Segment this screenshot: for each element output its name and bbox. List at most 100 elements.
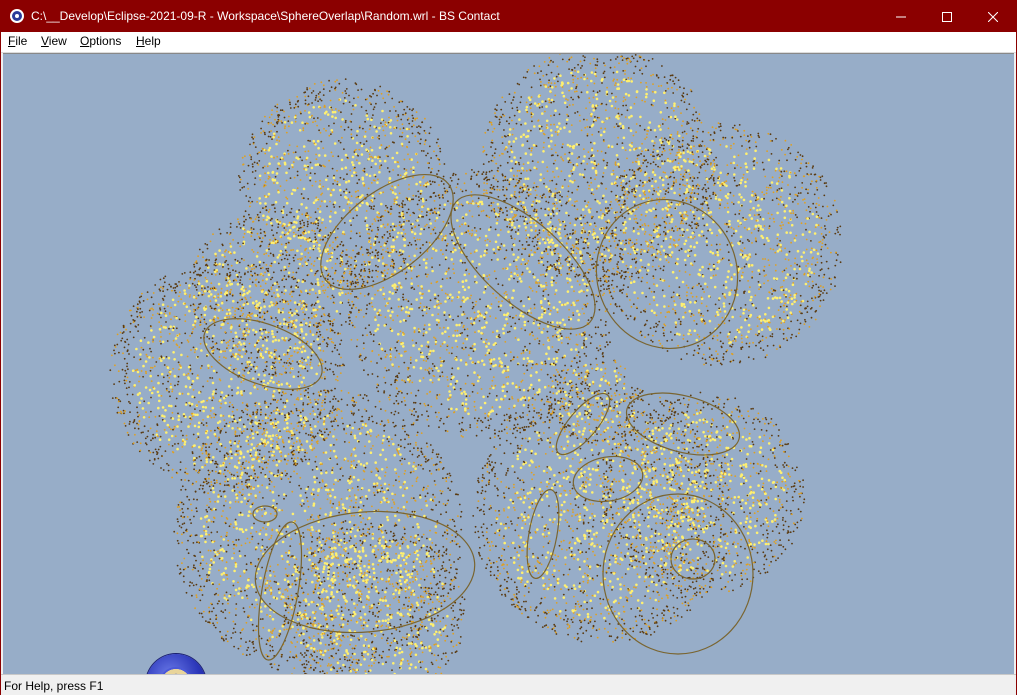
scene-point	[505, 120, 508, 123]
scene-point	[377, 289, 379, 292]
scene-point	[374, 318, 377, 322]
scene-point	[377, 390, 380, 393]
scene-point	[379, 165, 381, 168]
scene-point	[401, 204, 404, 206]
scene-point	[601, 82, 603, 84]
scene-point	[574, 348, 578, 351]
scene-point	[489, 191, 492, 194]
scene-point	[631, 190, 633, 193]
scene-point	[368, 205, 371, 208]
scene-point	[549, 396, 552, 399]
close-button[interactable]	[970, 1, 1016, 32]
scene-point	[566, 233, 569, 236]
scene-point	[297, 234, 300, 237]
scene-point	[554, 159, 557, 162]
scene-point	[462, 436, 464, 438]
menu-help[interactable]: Help	[136, 34, 161, 48]
scene-point	[616, 114, 619, 118]
scene-point	[491, 130, 494, 133]
scene-point	[241, 156, 244, 159]
scene-point	[436, 397, 438, 400]
menu-file[interactable]: File	[8, 34, 27, 48]
scene-point	[288, 228, 292, 232]
scene-point	[374, 254, 377, 257]
scene-point	[632, 161, 634, 164]
scene-point	[451, 367, 454, 370]
scene-point	[505, 249, 508, 252]
scene-point	[415, 359, 418, 362]
scene-point	[400, 226, 402, 229]
scene-point	[606, 275, 609, 278]
scene-point	[463, 247, 465, 249]
maximize-button[interactable]	[924, 1, 970, 32]
scene-point	[660, 137, 663, 139]
scene-point	[488, 170, 491, 173]
scene-point	[433, 181, 436, 184]
title-bar[interactable]: C:\__Develop\Eclipse-2021-09-R - Workspa…	[1, 1, 1016, 32]
scene-point	[585, 346, 588, 348]
scene-point	[531, 363, 534, 366]
scene-point	[569, 317, 573, 321]
scene-point	[546, 253, 549, 256]
scene-point	[346, 156, 349, 159]
scene-point	[276, 130, 278, 133]
scene-point	[437, 313, 440, 315]
scene-point	[367, 232, 369, 235]
scene-point	[517, 182, 519, 184]
scene-point	[550, 148, 553, 150]
scene-point	[390, 251, 392, 254]
scene-point	[583, 282, 586, 286]
scene-point	[374, 316, 376, 319]
menu-options[interactable]: Options	[80, 34, 121, 48]
scene-point	[366, 304, 368, 306]
scene-point	[449, 232, 452, 235]
scene-point	[304, 150, 307, 153]
scene-point	[336, 183, 339, 186]
scene-point	[323, 165, 325, 168]
scene-point	[406, 146, 409, 149]
bs-contact-app-icon[interactable]	[10, 9, 24, 23]
scene-point	[544, 110, 546, 113]
scene-point	[393, 270, 397, 273]
scene-point	[461, 402, 465, 405]
scene-point	[326, 278, 329, 281]
3d-viewport[interactable]	[3, 53, 1014, 674]
scene-point	[398, 372, 400, 375]
scene-point	[520, 205, 523, 207]
scene-point	[492, 292, 494, 295]
scene-point	[365, 356, 367, 359]
scene-point	[370, 360, 372, 363]
scene-point	[482, 209, 485, 212]
scene-point	[407, 266, 411, 270]
scene-point	[373, 205, 375, 208]
scene-point	[381, 274, 385, 278]
scene-point	[300, 346, 303, 349]
scene-point	[548, 265, 550, 268]
scene-point	[275, 121, 278, 124]
scene-point	[562, 143, 564, 146]
scene-point	[658, 200, 661, 203]
scene-point	[568, 144, 572, 148]
minimize-button[interactable]	[878, 1, 924, 32]
scene-point	[452, 375, 455, 379]
scene-point	[461, 223, 463, 226]
scene-point	[630, 77, 633, 80]
scene-point	[620, 81, 623, 84]
scene-point	[444, 190, 447, 193]
scene-point	[481, 421, 484, 424]
scene-point	[332, 155, 334, 158]
scene-point	[336, 169, 338, 172]
scene-point	[501, 173, 504, 176]
scene-point	[482, 363, 486, 366]
scene-point	[519, 314, 522, 317]
scene-point	[506, 225, 509, 228]
scene-point	[393, 186, 397, 189]
menu-view[interactable]: View	[41, 34, 67, 48]
scene-point	[456, 219, 459, 222]
scene-point	[330, 255, 334, 259]
scene-point	[503, 414, 506, 417]
scene-point	[249, 205, 251, 208]
scene-point	[378, 170, 381, 174]
scene-point	[348, 256, 351, 258]
scene-point	[523, 372, 526, 375]
